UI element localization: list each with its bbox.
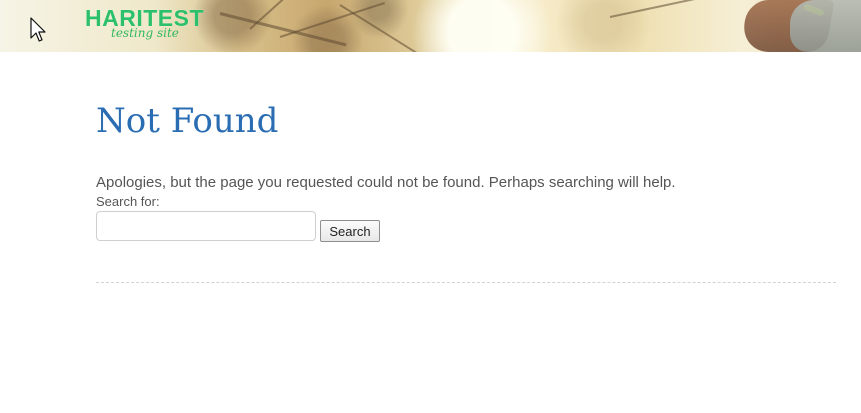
header-background-runner-shirt	[790, 0, 861, 52]
search-input[interactable]	[96, 211, 316, 241]
search-label: Search for:	[96, 194, 160, 209]
site-logo-subtitle: testing site	[111, 26, 179, 40]
site-logo-link[interactable]: HARITEST testing site	[85, 7, 204, 47]
search-button[interactable]: Search	[320, 220, 380, 242]
mouse-cursor-icon	[30, 17, 46, 42]
page-title: Not Found	[96, 101, 279, 141]
main-content: Not Found Apologies, but the page you re…	[96, 100, 836, 242]
content-divider	[96, 282, 836, 283]
site-header: HARITEST testing site	[0, 0, 861, 52]
not-found-message: Apologies, but the page you requested co…	[96, 174, 676, 191]
